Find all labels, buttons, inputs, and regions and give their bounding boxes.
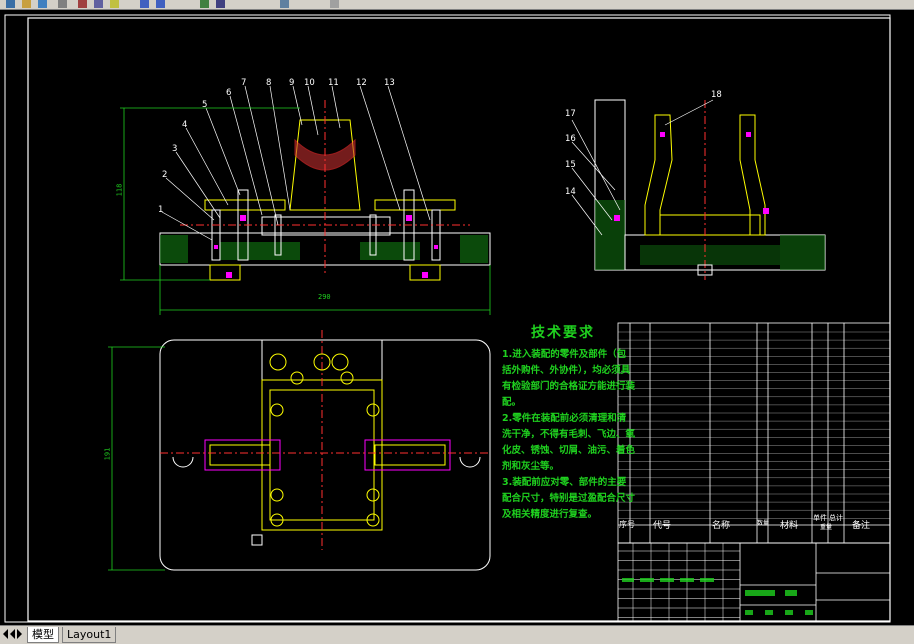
balloon-number: 10 [304,78,315,88]
header-material: 材料 [780,521,799,531]
print-icon[interactable] [58,0,67,8]
tab-first-icon[interactable] [3,629,8,639]
balloon-number: 17 [565,109,576,119]
tech-requirement-line: 剂和灰尘等。 [502,461,560,472]
dim-plan-height: 191 [103,447,112,461]
header-remark: 备注 [852,521,871,531]
open-icon[interactable] [22,0,31,8]
front-view [120,85,491,315]
properties-icon[interactable] [280,0,289,8]
balloon-number: 15 [565,160,576,170]
undo-icon[interactable] [140,0,149,8]
tech-requirement-line: 3.装配前应对零、部件的主要 [502,477,627,488]
balloon-number: 11 [328,78,339,88]
title-block-green [622,578,813,615]
dim-height: 118 [115,183,124,197]
tab-model[interactable]: 模型 [27,627,59,643]
inner-frame [27,17,891,622]
tech-requirement-line: 配。 [502,397,522,408]
cad-drawing [4,14,891,623]
header-qty: 数量 [757,520,770,527]
balloon-number: 3 [172,144,178,154]
balloon-number: 16 [565,134,576,144]
pan-icon[interactable] [200,0,209,8]
balloon-number: 9 [289,78,295,88]
layer-icon[interactable] [330,0,339,8]
paste-icon[interactable] [110,0,119,8]
balloon-number: 2 [162,170,168,180]
balloon-number: 18 [711,90,722,100]
tech-requirement-line: 化皮、锈蚀、切屑、油污、着色 [502,445,636,456]
new-icon[interactable] [6,0,15,8]
title-block [617,542,891,622]
tab-next-icon[interactable] [17,629,22,639]
balloon-number: 13 [384,78,395,88]
tech-requirement-line: 洗干净，不得有毛刺、飞边、氧 [502,429,636,440]
balloon-number: 7 [241,78,247,88]
layout-tabs-bar: 模型 Layout1 [0,625,914,644]
tab-prev-icon[interactable] [10,629,15,639]
tech-requirements-title: 技术要求 [531,325,595,341]
parts-list [617,322,891,544]
title-block-grid [618,543,740,621]
dim-width: 290 [318,293,331,301]
plan-view [108,330,491,571]
balloon-number: 4 [182,120,188,130]
header-code: 代号 [653,521,672,531]
zoom-icon[interactable] [216,0,225,8]
drawing-canvas[interactable]: 1 2 3 4 5 6 7 8 9 10 11 12 13 14 15 16 17 18 118 290 191 … [0,10,914,625]
tab-layout1[interactable]: Layout1 [62,627,117,643]
cut-icon[interactable] [78,0,87,8]
header-name: 名称 [712,521,731,531]
tech-requirement-line: 1.进入装配的零件及部件（包 [502,349,627,360]
balloon-number: 8 [266,78,272,88]
save-icon[interactable] [38,0,47,8]
tech-requirement-line: 配合尺寸，特别是过盈配合尺寸 [502,493,636,504]
redo-icon[interactable] [156,0,165,8]
balloon-number: 1 [158,205,164,215]
toolbar [0,0,914,10]
balloon-number: 14 [565,187,576,197]
tech-requirement-line: 及相关精度进行复查。 [502,509,598,520]
side-view [571,99,826,280]
balloon-number: 6 [226,88,232,98]
tech-requirement-line: 2.零件在装配前必须清理和清 [502,413,627,424]
balloon-number: 12 [356,78,367,88]
tech-requirement-line: 有检验部门的合格证方能进行装 [502,381,636,392]
header-weight: 重量 [820,524,833,531]
balloon-number: 5 [202,100,208,110]
copy-icon[interactable] [94,0,103,8]
tech-requirement-line: 括外购件、外协件），均必须具 [502,365,631,376]
parts-list-rows [618,331,890,519]
header-seq: 序号 [619,520,635,529]
